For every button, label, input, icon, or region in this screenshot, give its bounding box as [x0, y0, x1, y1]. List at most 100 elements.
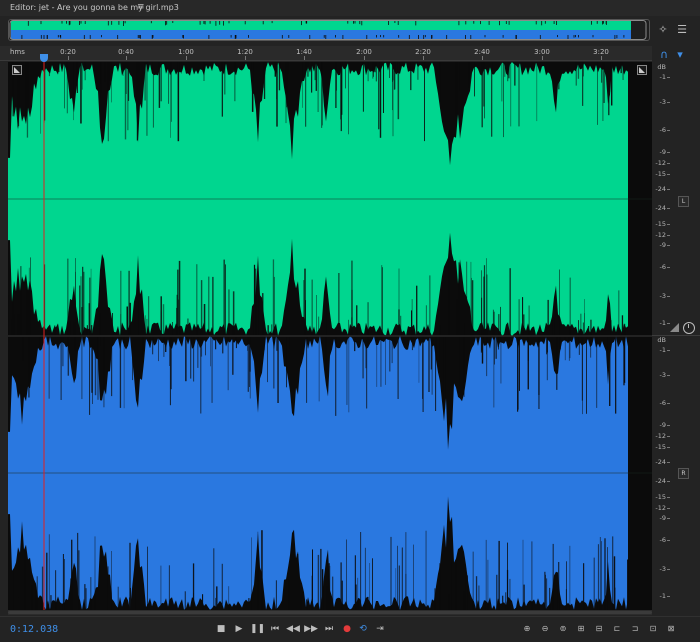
waveform-grain: [481, 336, 483, 351]
channel-label-left[interactable]: L: [678, 196, 689, 207]
db-tick: [667, 77, 670, 78]
waveform-grain: [356, 305, 358, 336]
waveform-grain: [624, 336, 626, 383]
amplitude-slider-icon[interactable]: [670, 323, 679, 332]
waveform-grain: [197, 336, 199, 368]
waveform-grain: [422, 336, 423, 399]
overview-grain: [172, 21, 174, 23]
db-label: -3: [659, 371, 666, 379]
current-time-display[interactable]: 0:12.038: [10, 624, 58, 635]
waveform-grain: [162, 304, 165, 336]
overview-grain: [117, 35, 119, 40]
waveform-grain: [465, 568, 467, 610]
waveform-grain: [249, 336, 251, 399]
zoom-in-right-icon[interactable]: ⊐: [628, 622, 642, 636]
waveform-grain: [48, 534, 50, 610]
waveform-overview[interactable]: [8, 19, 650, 41]
zoom-navigator-icon[interactable]: ✧: [656, 23, 670, 37]
waveform-grain: [456, 299, 458, 336]
waveform-grain: [439, 324, 441, 336]
waveform-grain: [597, 544, 599, 610]
fade-out-handle-icon[interactable]: [637, 65, 647, 75]
overview-grain: [606, 21, 607, 25]
waveform-grain: [325, 336, 327, 379]
overview-grain: [573, 35, 575, 38]
waveform-grain: [372, 62, 374, 79]
skip-selection-icon[interactable]: ⇥: [373, 622, 387, 636]
waveform-grain: [379, 62, 382, 138]
overview-grain: [398, 35, 400, 38]
waveform-grain: [305, 300, 306, 336]
zoom-out-amplitude-icon[interactable]: ⊖: [538, 622, 552, 636]
overview-grain: [262, 21, 264, 25]
zoom-selection-icon[interactable]: ⊡: [646, 622, 660, 636]
waveform-grain: [375, 62, 377, 82]
waveform-grain: [405, 532, 407, 610]
overview-grain: [380, 35, 381, 38]
pause-icon[interactable]: ❚❚: [250, 622, 265, 636]
waveform-grain: [271, 324, 273, 336]
ruler-tick: [542, 56, 543, 60]
waveform-grain: [612, 536, 614, 610]
fast-forward-icon[interactable]: ▶▶: [304, 622, 318, 636]
ruler-tick: [126, 56, 127, 60]
channel-label-right[interactable]: R: [678, 468, 689, 479]
waveform-grain: [275, 580, 277, 610]
waveform-grain: [234, 62, 236, 102]
waveform-grain: [618, 290, 620, 336]
go-to-end-icon[interactable]: ⏭: [322, 622, 336, 636]
panel-menu-icon[interactable]: ≡: [137, 2, 145, 12]
waveform-grain: [54, 325, 56, 336]
overview-grain: [203, 21, 205, 24]
record-icon[interactable]: ●: [340, 622, 354, 636]
horizontal-scrollbar[interactable]: [8, 610, 652, 615]
waveform-grain: [401, 547, 403, 610]
zoom-in-amplitude-icon[interactable]: ⊕: [520, 622, 534, 636]
ruler-label: 0:40: [118, 48, 134, 56]
rewind-icon[interactable]: ◀◀: [286, 622, 300, 636]
waveform-grain: [152, 336, 154, 355]
time-ruler[interactable]: hms 0:20 0:40 1:00 1:20 1:40 2:00 2:20 2:40 3:00…: [0, 46, 652, 61]
db-label: -24: [655, 458, 666, 466]
waveform-grain: [44, 264, 46, 336]
volume-knob[interactable]: [683, 322, 695, 334]
waveform-grain: [232, 336, 234, 375]
zoom-reset-icon[interactable]: ⊠: [664, 622, 678, 636]
waveform-grain: [145, 315, 146, 336]
waveform-grain: [484, 62, 485, 119]
waveform-grain: [397, 545, 398, 610]
panel-options-icon[interactable]: ☰: [675, 23, 689, 37]
waveform-grain: [502, 595, 504, 610]
waveform-display[interactable]: [8, 62, 652, 610]
waveform-grain: [263, 62, 266, 99]
overview-grain: [557, 35, 558, 38]
waveform-grain: [546, 336, 548, 353]
waveform-grain: [296, 336, 298, 380]
zoom-out-full-icon[interactable]: ⊚: [556, 622, 570, 636]
playhead-handle[interactable]: [40, 54, 48, 62]
scrollbar-thumb[interactable]: [8, 611, 652, 614]
waveform-grain: [604, 538, 606, 610]
go-to-start-icon[interactable]: ⏮: [268, 622, 282, 636]
stop-icon[interactable]: ■: [214, 622, 228, 636]
db-tick: [667, 350, 670, 351]
play-icon[interactable]: ▶: [232, 622, 246, 636]
fade-in-handle-icon[interactable]: [12, 65, 22, 75]
waveform-grain: [251, 537, 252, 610]
waveform-grain: [8, 294, 9, 336]
waveform-grain: [248, 598, 250, 610]
loop-icon[interactable]: ⟲: [356, 622, 370, 636]
zoom-out-time-icon[interactable]: ⊟: [592, 622, 606, 636]
waveform-grain: [471, 277, 472, 336]
snap-icon[interactable]: ∩: [657, 48, 671, 62]
waveform-grain: [212, 276, 214, 336]
zoom-in-time-icon[interactable]: ⊞: [574, 622, 588, 636]
waveform-grain: [274, 62, 276, 77]
pin-icon[interactable]: ▾: [673, 48, 687, 62]
waveform-grain: [360, 532, 362, 610]
zoom-in-left-icon[interactable]: ⊏: [610, 622, 624, 636]
overview-grain: [118, 21, 120, 25]
ruler-label: 1:00: [178, 48, 194, 56]
db-label: -12: [655, 504, 666, 512]
waveform-grain: [608, 62, 610, 116]
